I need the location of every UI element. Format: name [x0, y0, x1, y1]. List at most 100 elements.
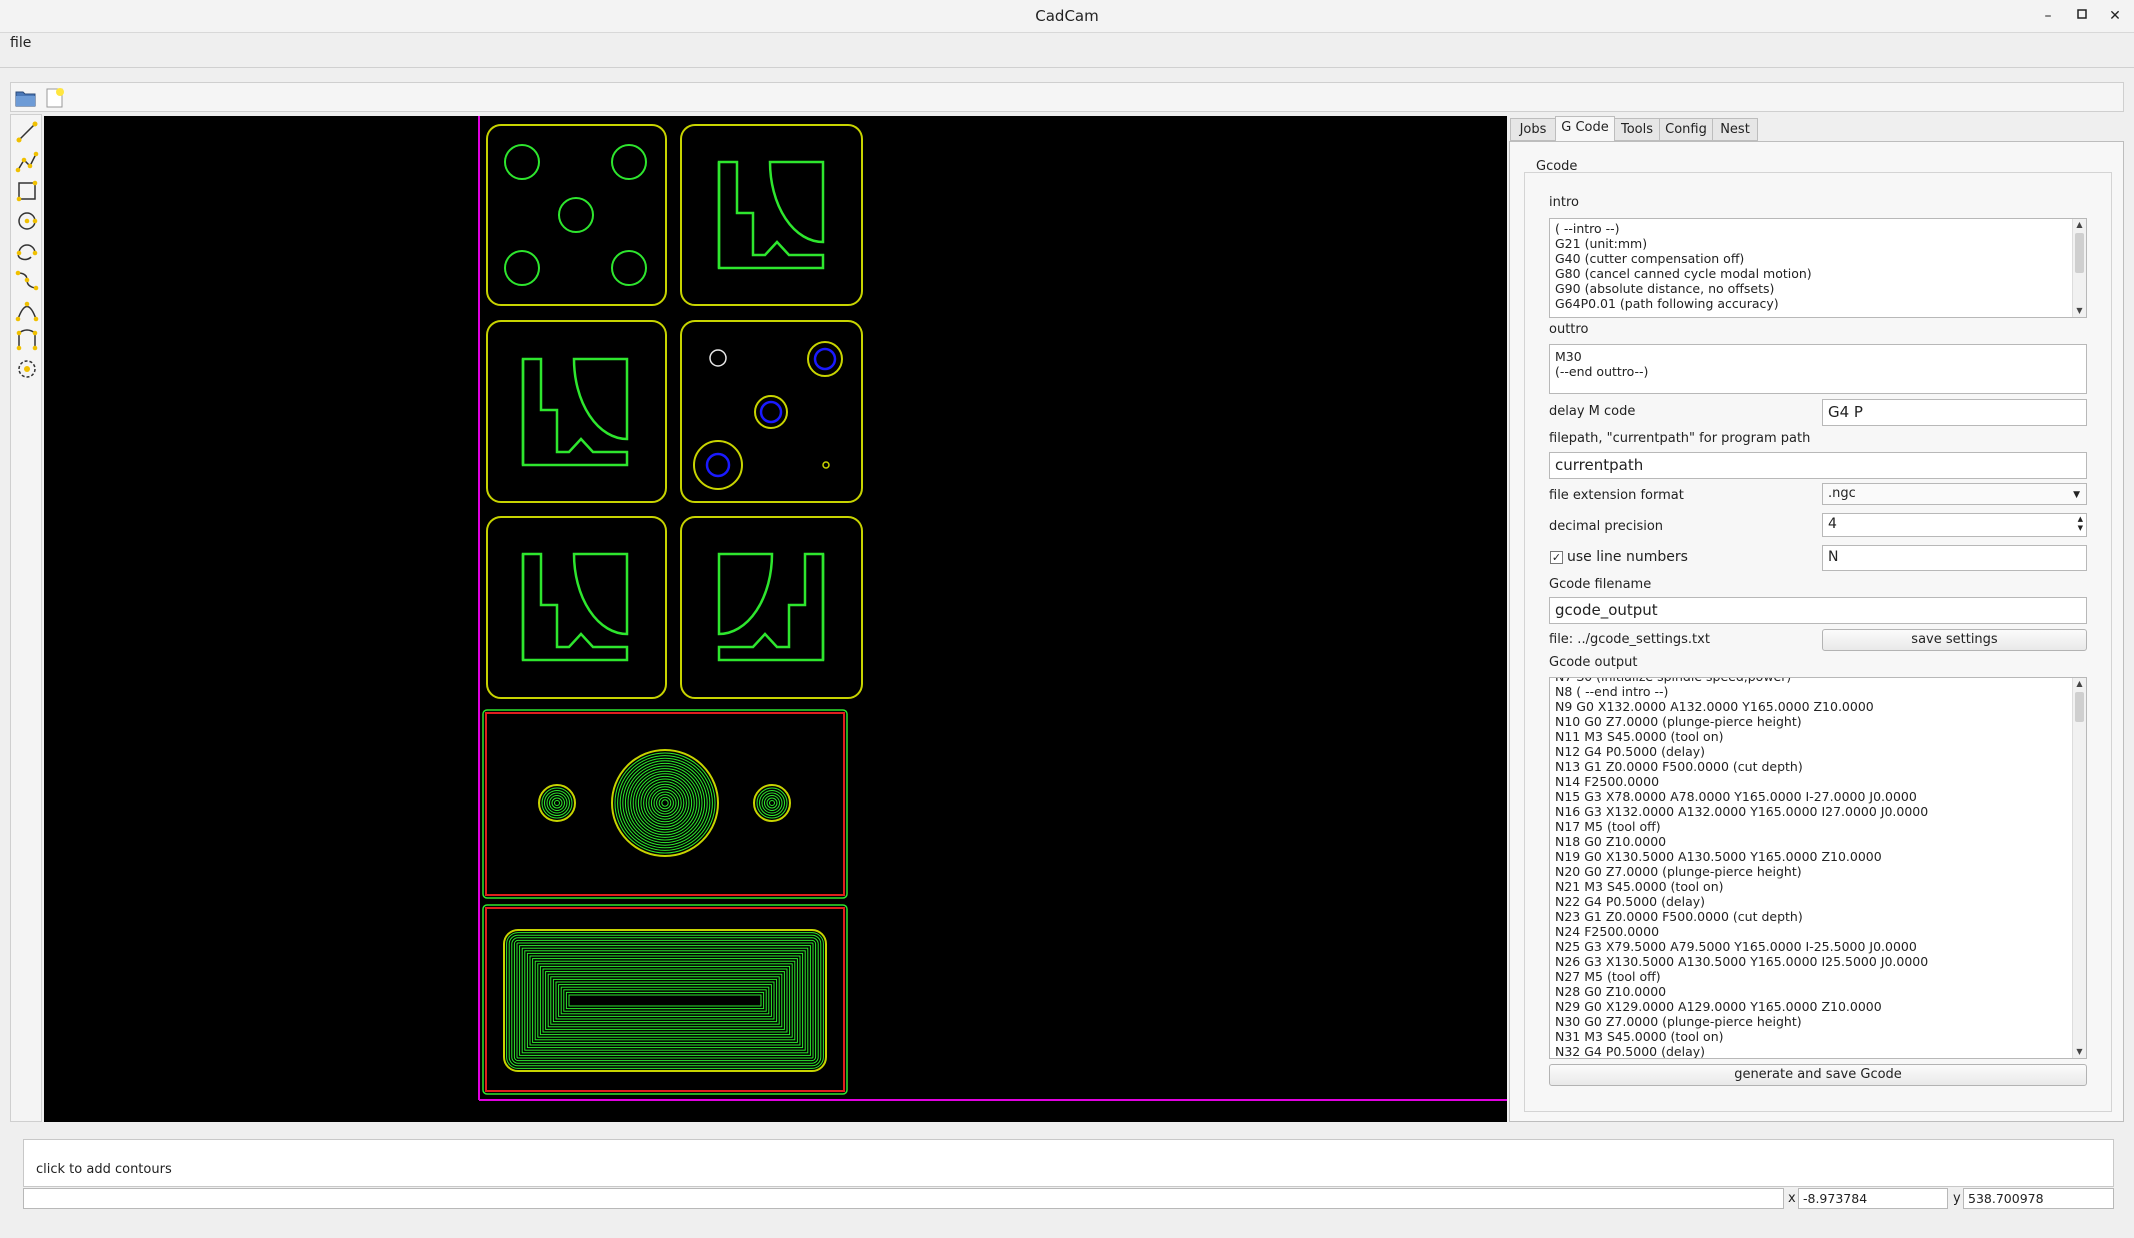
delay-input[interactable]: G4 P	[1822, 399, 2087, 426]
large-pocket-ring[interactable]	[653, 791, 677, 815]
tab-jobs[interactable]: Jobs	[1510, 118, 1556, 141]
new-file-icon[interactable]	[43, 87, 67, 109]
polyline-tool-icon[interactable]	[15, 150, 39, 174]
tab-nest[interactable]: Nest	[1712, 118, 1758, 141]
maximize-button[interactable]	[2071, 5, 2093, 27]
l-cutout-contour[interactable]	[717, 160, 825, 270]
small-pocket-ring[interactable]	[766, 797, 778, 809]
precision-spinbox[interactable]: 4 ▲ ▼	[1822, 513, 2087, 537]
stock-outline[interactable]	[482, 709, 848, 899]
rect-pocket-pass[interactable]	[550, 976, 780, 1025]
hole-tiny[interactable]	[822, 461, 830, 469]
tab-gcode[interactable]: G Code	[1555, 116, 1615, 142]
rectangle-tool-icon[interactable]	[15, 179, 39, 203]
outtro-textarea[interactable]: M30 (--end outtro--)	[1549, 344, 2087, 394]
hole-small-white[interactable]	[709, 349, 727, 367]
intro-scrollbar[interactable]: ▲ ▼	[2072, 219, 2086, 317]
menu-file[interactable]: file	[10, 35, 31, 51]
large-pocket-ring[interactable]	[617, 755, 713, 851]
hole-inner-toolpath[interactable]	[705, 452, 731, 478]
rect-pocket-pass[interactable]	[534, 960, 796, 1041]
rect-pocket-pass[interactable]	[519, 945, 811, 1056]
arc-profile[interactable]	[768, 160, 825, 244]
hole-contour[interactable]	[504, 250, 540, 286]
large-pocket-ring[interactable]	[640, 778, 690, 828]
line-number-prefix-input[interactable]: N	[1822, 545, 2087, 571]
part-frame[interactable]	[680, 516, 863, 699]
part-frame[interactable]	[680, 320, 863, 503]
large-pocket-ring[interactable]	[658, 796, 672, 810]
arc-tool-icon[interactable]	[15, 239, 39, 263]
intro-textarea[interactable]: ( --intro --) G21 (unit:mm) G40 (cutter co…	[1549, 218, 2087, 318]
large-pocket-ring[interactable]	[632, 770, 698, 836]
filepath-input[interactable]: currentpath	[1549, 452, 2087, 479]
rect-pocket-pass[interactable]	[511, 937, 819, 1064]
small-pocket-ring[interactable]	[769, 800, 775, 806]
rect-pocket-pass[interactable]	[560, 986, 770, 1015]
rect-pocket-pass[interactable]	[552, 978, 778, 1023]
part-frame[interactable]	[486, 320, 667, 503]
hole-inner-toolpath[interactable]	[813, 347, 837, 371]
bezier-tool-icon[interactable]	[15, 298, 39, 322]
rect-pocket-pass[interactable]	[568, 994, 762, 1007]
large-pocket-ring[interactable]	[643, 781, 687, 825]
cad-canvas[interactable]	[44, 116, 1507, 1122]
rect-pocket-pass[interactable]	[545, 971, 785, 1030]
arc-profile[interactable]	[717, 552, 774, 636]
hole-inner-toolpath[interactable]	[759, 400, 783, 424]
spline-tool-icon[interactable]	[15, 268, 39, 292]
large-pocket-ring[interactable]	[661, 799, 669, 807]
gcode-output-line: N29 G0 X129.0000 A129.0000 Y165.0000 Z10…	[1555, 999, 1882, 1014]
minimize-button[interactable]: –	[2037, 5, 2059, 27]
drawing-toolbar	[10, 114, 42, 1122]
generate-gcode-button[interactable]: generate and save Gcode	[1549, 1064, 2087, 1086]
small-pocket-ring[interactable]	[544, 790, 570, 816]
hole-outer-contour[interactable]	[693, 440, 743, 490]
small-pocket-ring[interactable]	[554, 800, 560, 806]
line-tool-icon[interactable]	[15, 120, 39, 144]
line-numbers-checkbox[interactable]: ✓	[1550, 551, 1563, 564]
arc-profile[interactable]	[572, 552, 629, 636]
hole-contour[interactable]	[611, 250, 647, 286]
open-folder-icon[interactable]	[14, 87, 38, 109]
gear-tool-icon[interactable]	[15, 357, 39, 381]
large-pocket-ring[interactable]	[614, 752, 716, 854]
circle-tool-icon[interactable]	[15, 209, 39, 233]
small-pocket-ring[interactable]	[551, 797, 563, 809]
rect-pocket-pass[interactable]	[537, 963, 793, 1038]
large-pocket-ring[interactable]	[635, 773, 695, 833]
drawing-area[interactable]	[44, 116, 1507, 1122]
hole-contour[interactable]	[611, 144, 647, 180]
x-coord-field[interactable]: -8.973784	[1798, 1188, 1948, 1209]
hole-outer-contour[interactable]	[807, 341, 843, 377]
part-frame[interactable]	[486, 516, 667, 699]
curve-tool-icon[interactable]	[15, 327, 39, 351]
y-coord-field[interactable]: 538.700978	[1963, 1188, 2114, 1209]
close-button[interactable]: ✕	[2104, 5, 2126, 27]
delay-label: delay M code	[1549, 404, 1636, 419]
large-pocket-ring[interactable]	[650, 788, 680, 818]
tab-config[interactable]: Config	[1659, 118, 1713, 141]
large-pocket-ring[interactable]	[627, 765, 703, 841]
l-cutout-contour[interactable]	[521, 552, 629, 662]
large-pocket-ring[interactable]	[624, 762, 706, 844]
save-settings-button[interactable]: save settings	[1822, 629, 2087, 651]
small-pocket-ring[interactable]	[759, 790, 785, 816]
gcode-output-textarea[interactable]: N7 S0 (initialize spindle speed,power) N…	[1549, 677, 2087, 1059]
hole-contour[interactable]	[558, 197, 594, 233]
rect-pocket-pass[interactable]	[542, 968, 788, 1033]
gcode-output-line: N27 M5 (tool off)	[1555, 969, 1661, 984]
l-cutout-contour[interactable]	[521, 357, 629, 467]
part-frame[interactable]	[486, 124, 667, 306]
hole-contour[interactable]	[504, 144, 540, 180]
command-input[interactable]	[23, 1188, 1784, 1209]
extension-select[interactable]: .ngc ▼	[1822, 483, 2087, 505]
output-scrollbar[interactable]: ▲ ▼	[2072, 678, 2086, 1058]
filename-input[interactable]: gcode_output	[1549, 597, 2087, 624]
tab-tools[interactable]: Tools	[1614, 118, 1660, 141]
arc-profile[interactable]	[572, 357, 629, 441]
rect-pocket-pass[interactable]	[563, 989, 767, 1012]
part-frame[interactable]	[680, 124, 863, 306]
spin-arrows-icon[interactable]: ▲ ▼	[2078, 515, 2083, 533]
l-cutout-contour[interactable]	[717, 552, 825, 662]
